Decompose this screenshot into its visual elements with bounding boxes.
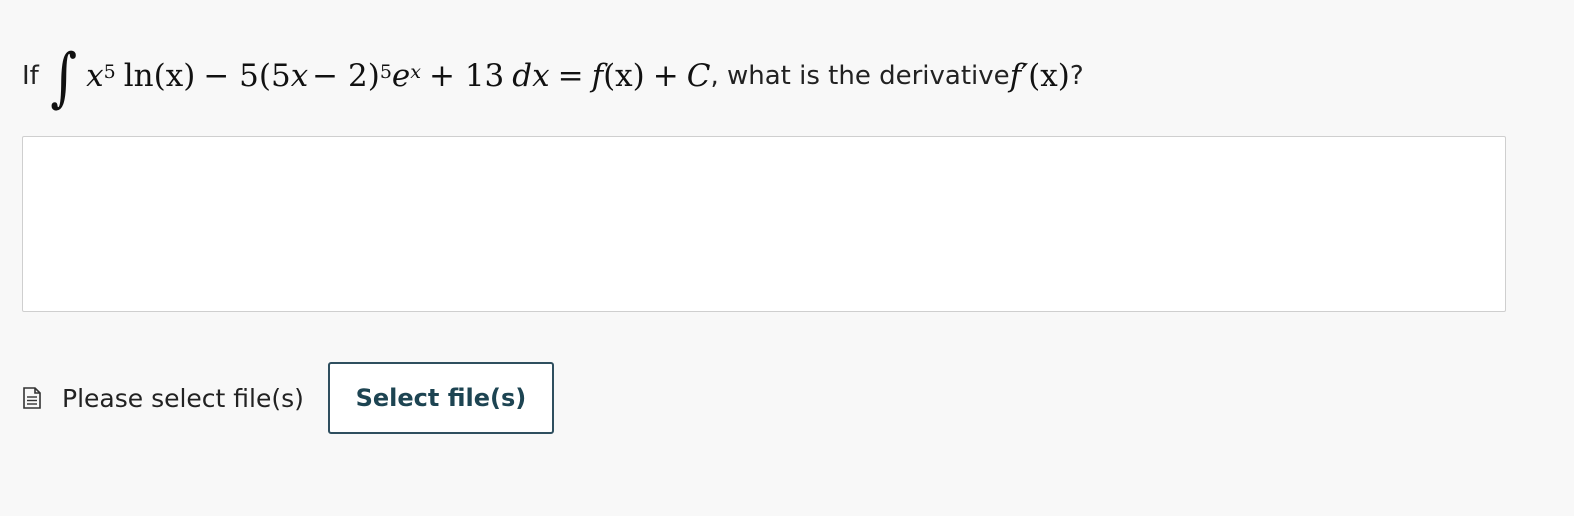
math-expression: ∫ x5 ln (x) − 5(5 x − 2) 5 ex + 13 dx = f (x…: [39, 41, 711, 115]
plus-constant: + 13: [429, 58, 505, 94]
function-fprime: f′: [1009, 58, 1029, 94]
equals-sign: =: [557, 58, 584, 94]
question-text: If ∫ x5 ln (x) − 5(5 x − 2) 5 ex + 13 dx = …: [22, 28, 1084, 124]
function-f-argument: (x): [603, 58, 645, 94]
function-fprime-argument: (x): [1028, 58, 1070, 94]
plus-sign: +: [652, 58, 679, 94]
question-suffix: , what is the derivative: [710, 61, 1010, 91]
minus-term: − 5(5: [203, 58, 291, 94]
question-prefix: If: [22, 61, 39, 91]
integrand-power: 5: [103, 61, 116, 83]
integrand-x: x: [86, 58, 104, 94]
file-upload-row: Please select file(s) Select file(s): [22, 362, 554, 434]
function-f: f: [591, 58, 604, 94]
exp-power: x: [410, 61, 421, 83]
question-mark: ?: [1069, 61, 1084, 91]
derivative-expression: f′ (x): [1010, 58, 1070, 94]
differential: dx: [512, 58, 550, 94]
exp-base: e: [391, 58, 411, 94]
minus-term-tail: − 2): [312, 58, 380, 94]
select-files-button[interactable]: Select file(s): [327, 362, 554, 434]
document-icon: [22, 387, 42, 409]
constant-c: C: [686, 58, 711, 94]
ln-function: ln: [123, 58, 154, 94]
integral-symbol: ∫: [50, 41, 77, 115]
answer-input-box[interactable]: [22, 136, 1506, 312]
minus-term-power: 5: [379, 61, 392, 83]
minus-term-x: x: [290, 58, 309, 94]
ln-argument: (x): [153, 58, 196, 94]
file-status-label: Please select file(s): [62, 383, 304, 413]
